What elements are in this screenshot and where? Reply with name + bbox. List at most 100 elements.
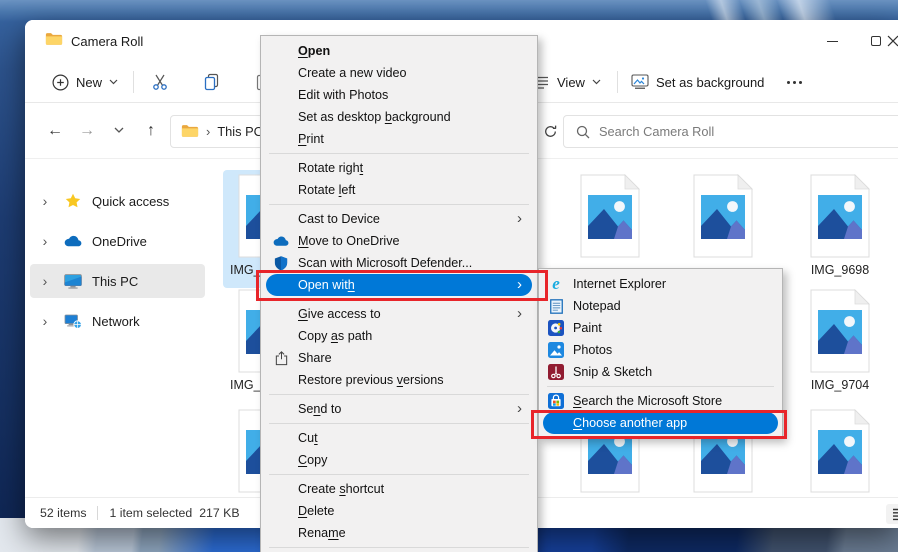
open-with-item-notepad[interactable]: Notepad (543, 295, 778, 317)
folder-icon (45, 31, 63, 51)
screen: Camera Roll New (0, 0, 898, 552)
context-menu-item-give-access-to[interactable]: Give access to› (266, 303, 532, 325)
monitor-icon (60, 274, 86, 289)
file-item-img_9704[interactable]: IMG_9704 (795, 285, 885, 403)
view-button-label: View (557, 75, 585, 90)
chevron-right-icon[interactable]: › (30, 233, 60, 249)
context-menu-item-open[interactable]: Open (266, 40, 532, 62)
context-menu-separator (269, 394, 529, 395)
sidebar-item-quick-access[interactable]: ›Quick access (30, 184, 205, 218)
network-icon (60, 314, 86, 329)
cut-button[interactable] (142, 67, 178, 97)
refresh-icon (543, 124, 558, 139)
breadcrumb-separator: › (206, 124, 210, 139)
folder-icon (181, 123, 199, 141)
menu-item-label: Move to OneDrive (298, 234, 400, 248)
chevron-right-icon[interactable]: › (30, 193, 60, 209)
ms-store-icon (548, 393, 564, 409)
details-view-toggle[interactable] (886, 504, 898, 524)
context-menu-item-rename[interactable]: Rename (266, 522, 532, 544)
menu-item-label: Copy (298, 453, 327, 467)
open-with-separator (547, 386, 774, 387)
see-more-button[interactable] (777, 73, 812, 92)
sidebar-item-label: Network (92, 314, 140, 329)
context-menu-item-delete[interactable]: Delete (266, 500, 532, 522)
copy-button[interactable] (194, 67, 230, 97)
context-menu-item-print[interactable]: Print (266, 128, 532, 150)
file-item-img_9698[interactable]: IMG_9698 (795, 170, 885, 288)
plus-circle-icon (52, 74, 69, 91)
chevron-right-icon[interactable]: › (30, 273, 60, 289)
menu-item-label: Edit with Photos (298, 88, 388, 102)
image-file-icon (693, 174, 753, 263)
context-menu-separator (269, 153, 529, 154)
chevron-down-icon (114, 127, 124, 134)
toolbar-divider (133, 71, 134, 93)
submenu-arrow-icon: › (517, 208, 522, 230)
defender-shield-icon (273, 255, 289, 271)
search-input[interactable]: Search Camera Roll (563, 115, 898, 148)
copy-icon (203, 73, 221, 91)
open-with-item-internet-explorer[interactable]: eInternet Explorer (543, 273, 778, 295)
chevron-right-icon[interactable]: › (30, 313, 60, 329)
context-menu-item-cut[interactable]: Cut (266, 427, 532, 449)
context-menu-separator (269, 423, 529, 424)
open-with-item-snip-sketch[interactable]: Snip & Sketch (543, 361, 778, 383)
back-button[interactable]: ← (39, 115, 71, 147)
menu-item-label: Create shortcut (298, 482, 384, 496)
minimize-icon (827, 41, 838, 42)
image-file-icon (580, 174, 640, 263)
menu-item-label: Restore previous versions (298, 373, 444, 387)
set-as-background-button[interactable]: Set as background (622, 68, 773, 96)
sidebar-item-label: This PC (92, 274, 138, 289)
onedrive-cloud-icon (60, 235, 86, 247)
context-menu-item-create-shortcut[interactable]: Create shortcut (266, 478, 532, 500)
chevron-down-icon (592, 79, 601, 85)
menu-item-label: Cut (298, 431, 318, 445)
open-with-item-search-the-microsoft-store[interactable]: Search the Microsoft Store (543, 390, 778, 412)
search-icon (576, 125, 590, 139)
snip-sketch-icon (548, 364, 564, 380)
photos-icon (548, 342, 564, 358)
notepad-icon (548, 298, 564, 314)
navigation-pane: ›Quick access›OneDrive›This PC›Network (25, 159, 210, 497)
context-menu-item-share[interactable]: Share (266, 347, 532, 369)
context-menu-item-edit-with-photos[interactable]: Edit with Photos (266, 84, 532, 106)
menu-item-label: Notepad (573, 299, 621, 313)
menu-item-label: Search the Microsoft Store (573, 394, 722, 408)
context-menu-item-create-a-new-video[interactable]: Create a new video (266, 62, 532, 84)
close-button[interactable] (886, 20, 898, 62)
open-with-item-paint[interactable]: Paint (543, 317, 778, 339)
new-button[interactable]: New (43, 68, 127, 97)
selection-size: 217 KB (199, 506, 239, 520)
up-button[interactable]: ↑ (135, 115, 167, 147)
menu-item-label: Print (298, 132, 324, 146)
context-menu-item-cast-to-device[interactable]: Cast to Device› (266, 208, 532, 230)
image-file-icon (810, 174, 870, 263)
sidebar-item-onedrive[interactable]: ›OneDrive (30, 224, 205, 258)
context-menu-item-move-to-onedrive[interactable]: Move to OneDrive (266, 230, 532, 252)
context-menu-item-set-as-desktop-background[interactable]: Set as desktop background (266, 106, 532, 128)
onedrive-cloud-icon (273, 233, 289, 249)
menu-item-label: Open (298, 44, 330, 58)
open-with-item-photos[interactable]: Photos (543, 339, 778, 361)
context-menu-item-rotate-left[interactable]: Rotate left (266, 179, 532, 201)
paint-icon (548, 320, 564, 336)
context-menu-item-copy-as-path[interactable]: Copy as path (266, 325, 532, 347)
selection-count: 1 item selected (109, 506, 192, 520)
forward-button[interactable]: → (71, 115, 103, 147)
sidebar-item-this-pc[interactable]: › This PC (30, 264, 205, 298)
recent-locations-button[interactable] (103, 115, 135, 147)
context-menu-item-send-to[interactable]: Send to› (266, 398, 532, 420)
menu-item-label: Delete (298, 504, 334, 518)
sidebar-item-network[interactable]: › Network (30, 304, 205, 338)
menu-item-label: Photos (573, 343, 612, 357)
close-icon (886, 34, 898, 48)
context-menu-item-copy[interactable]: Copy (266, 449, 532, 471)
chevron-down-icon (109, 79, 118, 85)
minimize-button[interactable] (810, 20, 854, 62)
menu-item-label: Set as desktop background (298, 110, 451, 124)
refresh-button[interactable] (535, 116, 565, 146)
context-menu-item-rotate-right[interactable]: Rotate right (266, 157, 532, 179)
context-menu-item-restore-previous-versions[interactable]: Restore previous versions (266, 369, 532, 391)
